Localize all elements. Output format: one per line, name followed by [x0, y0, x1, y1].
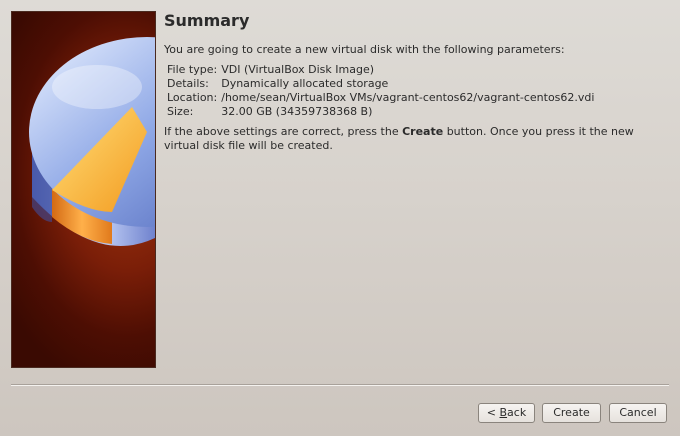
disk-pie-chart-icon: [29, 37, 155, 246]
parameter-value: Dynamically allocated storage: [221, 77, 389, 90]
parameter-value: 32.00 GB (34359738368 B): [221, 105, 373, 118]
parameter-row-location: Location: /home/sean/VirtualBox VMs/vagr…: [167, 91, 594, 105]
parameter-row-size: Size: 32.00 GB (34359738368 B): [167, 105, 594, 119]
parameter-label: Details:: [167, 77, 209, 90]
intro-text: You are going to create a new virtual di…: [164, 43, 565, 56]
confirmation-text-start: If the above settings are correct, press…: [164, 125, 403, 138]
page-title: Summary: [164, 11, 250, 30]
parameters-table: File type: VDI (VirtualBox Disk Image) D…: [167, 63, 594, 119]
parameter-value: /home/sean/VirtualBox VMs/vagrant-centos…: [221, 91, 595, 104]
confirmation-text-bold: Create: [402, 125, 444, 138]
button-separator: [11, 384, 669, 386]
parameter-row-file-type: File type: VDI (VirtualBox Disk Image): [167, 63, 594, 77]
summary-content: Summary You are going to create a new vi…: [164, 10, 664, 153]
confirmation-text: If the above settings are correct, press…: [164, 125, 664, 153]
parameter-label: Location:: [167, 91, 218, 104]
back-button[interactable]: < Back: [478, 403, 535, 423]
parameter-label: File type:: [167, 63, 218, 76]
parameter-row-details: Details: Dynamically allocated storage: [167, 77, 594, 91]
back-button-label-rest: ack: [507, 406, 527, 419]
wizard-side-image: [11, 11, 156, 368]
cancel-button[interactable]: Cancel: [609, 403, 667, 423]
create-button[interactable]: Create: [542, 403, 601, 423]
parameter-value: VDI (VirtualBox Disk Image): [221, 63, 375, 76]
back-button-arrow: <: [486, 406, 500, 419]
back-button-mnemonic: B: [499, 406, 508, 419]
parameter-label: Size:: [167, 105, 194, 118]
